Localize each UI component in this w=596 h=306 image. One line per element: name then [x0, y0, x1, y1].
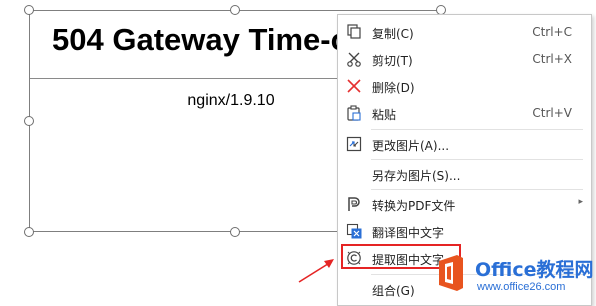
menu-item-label: 转换为PDF文件: [372, 199, 456, 213]
pdf-convert-icon: [348, 197, 360, 211]
resize-handle-bottom-middle[interactable]: [230, 227, 240, 237]
menu-item-label: 剪切(T): [372, 54, 413, 68]
office-logo-icon: [439, 255, 463, 291]
menu-item-label: 另存为图片(S)...: [372, 169, 461, 183]
menu-item-label: 更改图片(A)...: [372, 139, 450, 153]
annotation-arrow-icon: [298, 259, 334, 283]
copy-icon: [347, 24, 361, 39]
menu-item-label: 删除(D): [372, 81, 415, 95]
menu-separator: [371, 159, 583, 160]
resize-handle-top-middle[interactable]: [230, 5, 240, 15]
menu-separator: [371, 189, 583, 190]
resize-handle-middle-left[interactable]: [24, 116, 34, 126]
submenu-arrow-icon: ▸: [578, 197, 583, 207]
menu-item-shortcut: Ctrl+V: [532, 106, 572, 120]
menu-item-translate-text[interactable]: 翻译图中文字: [338, 218, 591, 245]
translate-icon: [346, 223, 362, 239]
menu-item-convert-pdf[interactable]: 转换为PDF文件 ▸: [338, 191, 591, 218]
change-picture-icon: [346, 136, 362, 152]
watermark-title: Office教程网: [475, 259, 594, 281]
paste-icon: [347, 105, 361, 121]
menu-item-label: 粘贴: [372, 108, 397, 122]
menu-item-shortcut: Ctrl+X: [532, 52, 572, 66]
menu-item-delete[interactable]: 删除(D): [338, 73, 591, 100]
menu-item-cut[interactable]: 剪切(T) Ctrl+X: [338, 46, 591, 73]
menu-item-label: 组合(G): [372, 284, 415, 298]
menu-item-save-as-picture[interactable]: 另存为图片(S)...: [338, 161, 591, 188]
scissors-icon: [347, 52, 361, 67]
menu-item-label: 复制(C): [372, 27, 414, 41]
menu-item-paste[interactable]: 粘贴 Ctrl+V: [338, 100, 591, 127]
delete-x-icon: [347, 79, 361, 93]
watermark-url: www.office26.com: [477, 281, 566, 293]
menu-item-change-picture[interactable]: 更改图片(A)...: [338, 131, 591, 158]
menu-separator: [371, 129, 583, 130]
error-title: 504 Gateway Time-out: [52, 22, 379, 57]
menu-item-label: 翻译图中文字: [372, 226, 445, 240]
menu-item-copy[interactable]: 复制(C) Ctrl+C: [338, 19, 591, 46]
menu-item-shortcut: Ctrl+C: [532, 25, 572, 39]
resize-handle-top-left[interactable]: [24, 5, 34, 15]
resize-handle-bottom-left[interactable]: [24, 227, 34, 237]
